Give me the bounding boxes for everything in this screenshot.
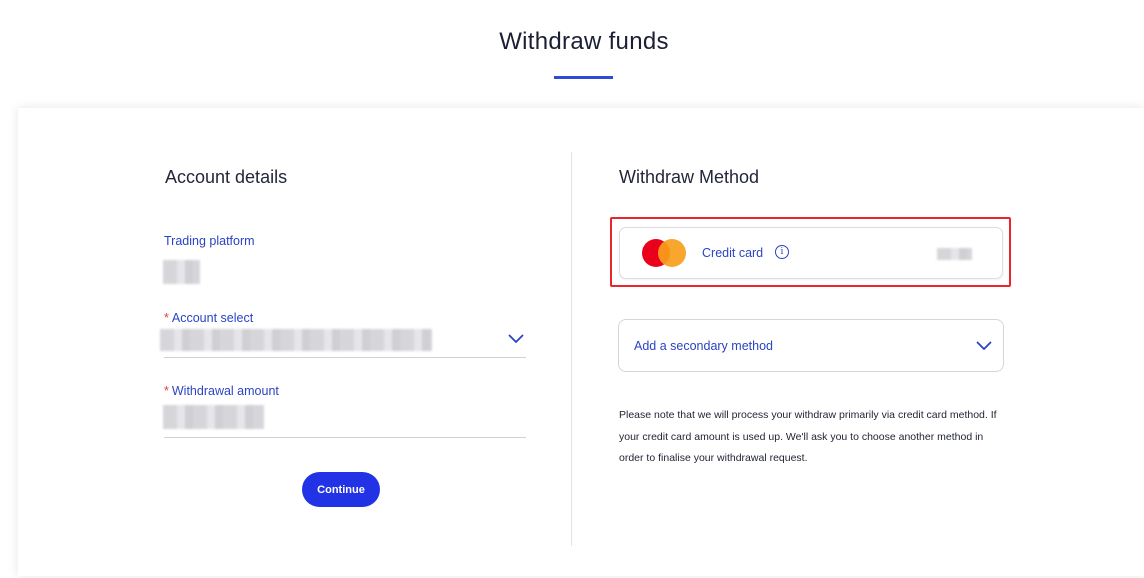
chevron-down-icon	[976, 341, 992, 350]
withdrawal-amount-label-text: Withdrawal amount	[171, 384, 279, 398]
highlight-annotation-box	[610, 217, 1011, 287]
withdrawal-amount-label: * Withdrawal amount	[164, 384, 279, 398]
account-select-value-redacted	[160, 329, 432, 351]
withdraw-note: Please note that we will process your wi…	[619, 409, 997, 464]
secondary-method-placeholder: Add a secondary method	[634, 339, 773, 353]
trading-platform-value-redacted	[163, 260, 200, 284]
withdraw-page: Withdraw funds Account details Trading p…	[0, 0, 1144, 578]
continue-button[interactable]: Continue	[302, 472, 380, 507]
account-select-label-text: Account select	[171, 311, 254, 325]
required-marker: *	[164, 311, 169, 325]
title-underline	[554, 76, 613, 79]
withdrawal-amount-value-redacted	[163, 405, 264, 429]
required-marker: *	[164, 384, 169, 398]
withdraw-method-heading: Withdraw Method	[619, 167, 760, 187]
column-divider	[571, 152, 572, 546]
page-title: Withdraw funds	[499, 28, 669, 55]
secondary-method-dropdown[interactable]: Add a secondary method	[618, 319, 1004, 372]
withdrawal-amount-underline	[164, 437, 526, 438]
account-details-heading: Account details	[165, 167, 288, 187]
withdrawal-amount-input[interactable]	[163, 400, 525, 436]
account-select-underline	[164, 357, 526, 358]
trading-platform-label: Trading platform	[164, 234, 255, 248]
account-select-dropdown[interactable]	[160, 325, 526, 357]
chevron-down-icon	[508, 334, 524, 343]
account-select-label: * Account select	[164, 311, 253, 325]
